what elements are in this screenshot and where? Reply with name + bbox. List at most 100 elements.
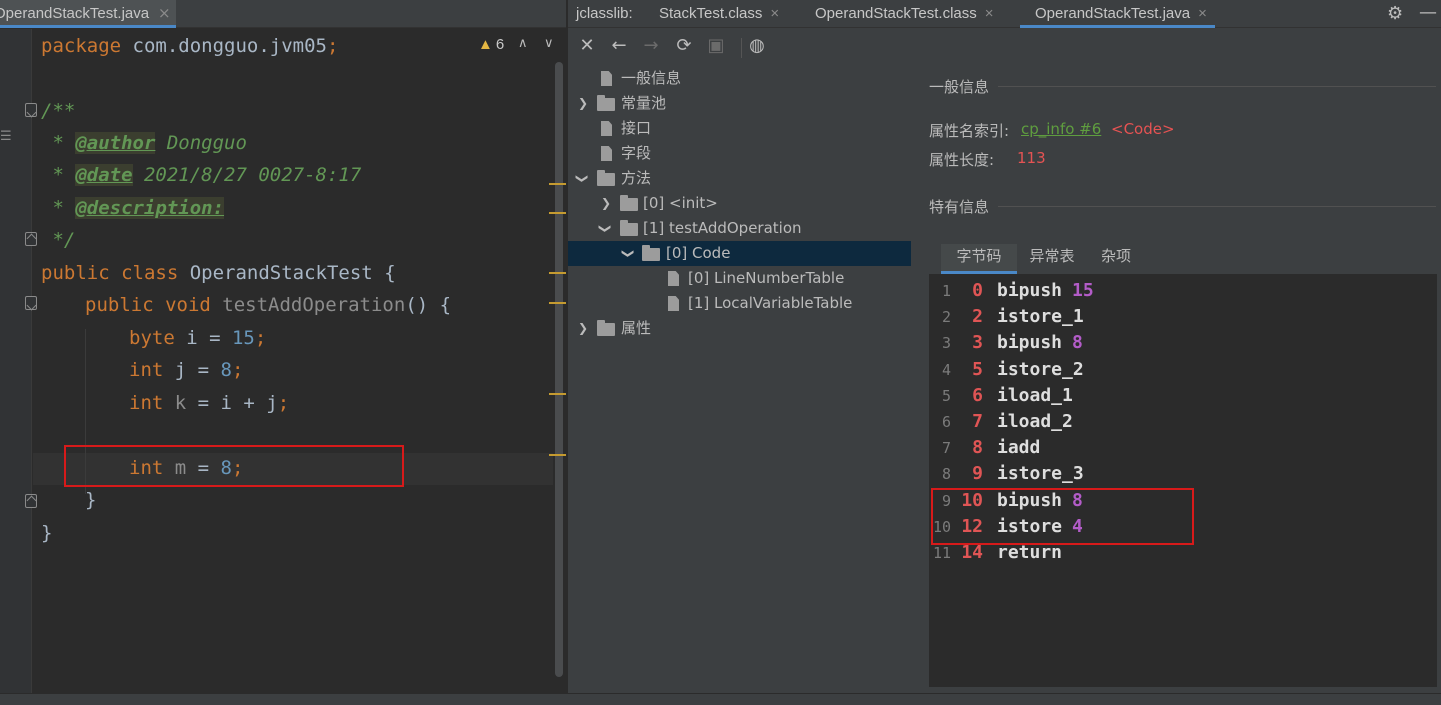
attr-length-label: 属性长度: <box>929 151 995 169</box>
section-title-general: 一般信息 <box>929 78 990 96</box>
folder-icon <box>620 195 638 211</box>
save-icon[interactable]: ▣ <box>706 36 726 56</box>
warning-marker[interactable] <box>549 183 566 185</box>
bytecode-instruction: bipush 15 <box>997 278 1094 304</box>
chevron-down-icon[interactable]: ∨ <box>544 36 554 51</box>
tree-item-linenumbertable[interactable]: [0] LineNumberTable <box>568 266 911 291</box>
bytecode-line-number: 5 <box>941 386 951 405</box>
folder-icon <box>597 320 615 336</box>
tree-item-label: [1] testAddOperation <box>643 219 802 237</box>
code-area[interactable]: package com.dongguo.jvm05; /** * @author… <box>33 29 553 693</box>
section-divider <box>998 206 1436 207</box>
code-line-15: } <box>85 489 97 511</box>
bytecode-offset: 6 <box>972 384 983 406</box>
code-line-1: package com.dongguo.jvm05; <box>41 35 339 57</box>
attr-name-index-label: 属性名索引: <box>929 122 1010 140</box>
tree-item-label: 字段 <box>621 144 652 162</box>
bytecode-line-number: 1 <box>941 282 951 300</box>
tree-item-attributes[interactable]: ❯ 属性 <box>568 316 911 341</box>
tab-misc[interactable]: 杂项 <box>1089 244 1143 274</box>
bytecode-instruction: istore_2 <box>997 357 1084 383</box>
warning-marker[interactable] <box>549 393 566 395</box>
tree-item-testaddoperation[interactable]: ❯ [1] testAddOperation <box>568 216 911 241</box>
section-title-specific: 特有信息 <box>929 198 990 216</box>
jclasslib-tab-bar: jclasslib: StackTest.class × OperandStack… <box>568 0 1441 28</box>
bytecode-opcode: iload_2 <box>997 411 1073 432</box>
code-line-10: byte i = 15; <box>129 327 267 349</box>
gear-icon[interactable]: ⚙ <box>1387 3 1403 24</box>
bytecode-operand: 15 <box>1072 280 1094 301</box>
refresh-icon[interactable]: ⟳ <box>674 36 694 56</box>
code-line-9: public void testAddOperation() { <box>85 294 452 316</box>
bytecode-opcode: return <box>997 542 1063 563</box>
chevron-right-icon[interactable]: ❯ <box>578 91 588 116</box>
bytecode-operand: 8 <box>1072 332 1083 354</box>
bytecode-instruction: iload_1 <box>997 383 1073 409</box>
web-icon[interactable]: ◍ <box>747 36 767 56</box>
jclasslib-label: jclasslib: <box>576 5 633 22</box>
bytecode-listing[interactable]: 1 0 bipush 15 2 2 istore_1 3 3 bipush 8 4 5 istore_2 5… <box>929 274 1437 687</box>
chevron-down-icon[interactable]: ❯ <box>616 248 641 258</box>
warning-marker[interactable] <box>549 272 566 274</box>
attribute-detail-panel: 一般信息 属性名索引: cp_info #6 <Code> 属性长度: 113 … <box>913 64 1441 693</box>
chevron-down-icon[interactable]: ❯ <box>570 173 595 183</box>
warning-marker[interactable] <box>549 302 566 304</box>
tree-item-constant-pool[interactable]: ❯ 常量池 <box>568 91 911 116</box>
class-structure-tree: 一般信息 ❯ 常量池 接口 字段 ❯ 方法 ❯ [0] <init> ❯ [1]… <box>568 64 911 693</box>
chevron-right-icon[interactable]: ❯ <box>578 316 588 341</box>
warning-count: 6 <box>495 36 505 53</box>
chevron-up-icon[interactable]: ∧ <box>518 36 528 51</box>
bytecode-instruction: bipush 8 <box>997 330 1083 356</box>
folder-icon <box>597 95 615 111</box>
warning-marker[interactable] <box>549 454 566 456</box>
bytecode-offset: 2 <box>972 306 983 328</box>
tree-item-general-info[interactable]: 一般信息 <box>568 66 911 91</box>
tab-exception-table[interactable]: 异常表 <box>1019 244 1085 274</box>
tree-item-label: 一般信息 <box>621 69 682 87</box>
cp-info-link[interactable]: cp_info #6 <box>1021 120 1101 138</box>
tab-stacktest-class[interactable]: StackTest.class × <box>659 0 779 28</box>
chevron-down-icon[interactable]: ❯ <box>593 223 618 233</box>
section-divider <box>998 86 1436 87</box>
close-icon[interactable]: × <box>158 4 171 22</box>
bytecode-line-number: 8 <box>941 465 951 484</box>
close-icon[interactable]: × <box>1198 5 1207 22</box>
warning-marker[interactable] <box>549 212 566 214</box>
close-icon[interactable]: × <box>985 5 994 22</box>
scrollbar-thumb[interactable] <box>555 62 563 677</box>
forward-arrow-icon[interactable]: → <box>641 36 661 56</box>
tab-bytecode[interactable]: 字节码 <box>941 244 1017 274</box>
bytecode-opcode: bipush <box>997 332 1063 354</box>
close-icon[interactable]: × <box>770 5 779 22</box>
back-arrow-icon[interactable]: ← <box>609 36 629 56</box>
bytecode-line-number: 6 <box>941 413 951 431</box>
tree-item-methods[interactable]: ❯ 方法 <box>568 166 911 191</box>
tree-item-interfaces[interactable]: 接口 <box>568 116 911 141</box>
close-icon[interactable]: ✕ <box>577 36 597 56</box>
code-line-6: * @description: <box>41 197 225 219</box>
jclasslib-pane: jclasslib: StackTest.class × OperandStack… <box>567 0 1441 693</box>
tree-item-fields[interactable]: 字段 <box>568 141 911 166</box>
code-line-4: * @author Dongguo <box>41 132 247 154</box>
bytecode-offset: 3 <box>972 332 983 354</box>
chevron-right-icon[interactable]: ❯ <box>601 191 611 216</box>
tab-operandstacktest-java[interactable]: OperandStackTest.java × <box>1020 0 1215 28</box>
bytecode-offset: 8 <box>972 437 983 459</box>
code-line-3: /** <box>41 100 76 122</box>
tab-operandstacktest-class[interactable]: OperandStackTest.class × <box>815 0 994 28</box>
bytecode-line-number: 7 <box>941 439 951 458</box>
code-line-5: * @date 2021/8/27 0027-8:17 <box>41 164 362 186</box>
file-icon <box>601 71 612 86</box>
bytecode-offset: 0 <box>972 280 983 301</box>
bytecode-opcode: bipush <box>997 280 1063 301</box>
code-line-11: int j = 8; <box>129 359 244 381</box>
tree-item-localvariabletable[interactable]: [1] LocalVariableTable <box>568 291 911 316</box>
tree-item-init[interactable]: ❯ [0] <init> <box>568 191 911 216</box>
structure-icon: ☰ <box>0 129 12 144</box>
tree-item-code[interactable]: ❯ [0] Code <box>568 241 911 266</box>
tree-item-label: [0] Code <box>666 244 731 262</box>
inspection-widget[interactable]: ▲ 6 <box>478 36 504 53</box>
tree-item-label: 常量池 <box>621 94 667 112</box>
tab-operandstacktest-java[interactable]: OperandStackTest.java × <box>0 0 176 28</box>
minimize-icon[interactable]: — <box>1419 2 1437 23</box>
